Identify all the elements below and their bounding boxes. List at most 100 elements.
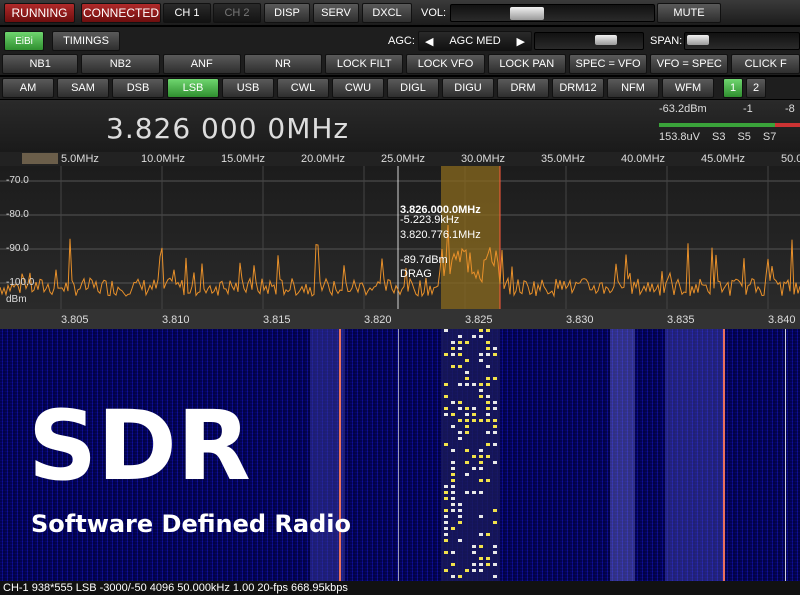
band-scale[interactable]: 5.0MHz 10.0MHz 15.0MHz 20.0MHz 25.0MHz 30.0MH…	[0, 152, 800, 166]
waterfall-signal	[479, 455, 483, 458]
waterfall-signal	[444, 569, 448, 572]
waterfall-signal	[458, 341, 462, 344]
frequency-scale-label: 3.805	[61, 314, 89, 326]
running-button[interactable]: RUNNING	[4, 3, 75, 23]
waterfall-signal	[451, 449, 455, 452]
mode-button[interactable]: DIGU	[442, 78, 494, 98]
waterfall-signal	[465, 407, 469, 410]
agc-label: AGC:	[388, 35, 415, 47]
waterfall-signal	[451, 347, 455, 350]
mode-button[interactable]: CWL	[277, 78, 329, 98]
agc-slider[interactable]	[534, 32, 644, 50]
band-position-indicator[interactable]	[22, 153, 58, 164]
db-label: dBm	[6, 294, 27, 305]
waterfall-signal	[486, 455, 490, 458]
mode-button[interactable]: CWU	[332, 78, 384, 98]
mode-button[interactable]: SAM	[57, 78, 109, 98]
waterfall-signal	[458, 503, 462, 506]
span-slider[interactable]	[684, 32, 800, 50]
dsp-button[interactable]: LOCK VFO	[406, 54, 485, 74]
mode-button[interactable]: AM	[2, 78, 54, 98]
dsp-button[interactable]: NR	[243, 54, 323, 74]
waterfall-signal	[479, 419, 483, 422]
waterfall-signal	[479, 545, 483, 548]
band-scale-label: 5.0MHz	[61, 153, 99, 165]
dsp-button[interactable]: ANF	[162, 54, 241, 74]
waterfall-signal	[486, 341, 490, 344]
smeter-s3: S3	[711, 131, 726, 143]
waterfall-signal	[444, 485, 448, 488]
mode-button[interactable]: DRM	[497, 78, 549, 98]
dsp-button[interactable]: SPEC = VFO	[568, 54, 648, 74]
connected-button[interactable]: CONNECTED	[81, 3, 161, 23]
waterfall-signal	[465, 413, 469, 416]
waterfall-signal	[472, 455, 476, 458]
waterfall-signal	[451, 575, 455, 578]
dsp-button[interactable]: CLICK F	[731, 54, 800, 74]
band-scale-label: 30.0MHz	[461, 153, 506, 165]
waterfall-signal	[451, 353, 455, 356]
waterfall-signal	[444, 521, 448, 524]
waterfall-signal	[472, 545, 476, 548]
span-knob[interactable]	[687, 35, 709, 45]
waterfall-signal	[444, 509, 448, 512]
waterfall-signal	[444, 515, 448, 518]
waterfall-signal	[444, 539, 448, 542]
ch1-button[interactable]: CH 1	[163, 3, 211, 23]
mode-button[interactable]: DSB	[112, 78, 164, 98]
waterfall-signal	[479, 335, 483, 338]
dsp-button[interactable]: LOCK FILT	[325, 54, 404, 74]
mute-button[interactable]: MUTE	[657, 3, 721, 23]
agc-knob[interactable]	[595, 35, 617, 45]
waterfall-signal	[486, 413, 490, 416]
mode-button[interactable]: DRM12	[552, 78, 604, 98]
waterfall-signal	[493, 563, 497, 566]
waterfall-signal	[472, 383, 476, 386]
mode-button[interactable]: USB	[222, 78, 274, 98]
waterfall-signal	[465, 419, 469, 422]
chevron-left-icon[interactable]: ◀	[425, 35, 433, 48]
waterfall-signal	[493, 551, 497, 554]
waterfall-signal	[479, 533, 483, 536]
dxcl-button[interactable]: DXCL	[362, 3, 412, 23]
waterfall-signal	[465, 449, 469, 452]
spectrum-display[interactable]: -70.0 -80.0 -90.0 -100.0 dBm 3.826.000.0…	[0, 166, 800, 309]
dsp-button[interactable]: NB1	[2, 54, 79, 74]
frequency-scale[interactable]: 3.805 3.810 3.815 3.820 3.825 3.830 3.835 3.840	[0, 309, 800, 329]
waterfall-signal	[451, 473, 455, 476]
waterfall-signal	[479, 461, 483, 464]
disp-button[interactable]: DISP	[264, 3, 310, 23]
agc-select[interactable]: ◀ AGC MED ▶	[418, 31, 532, 51]
dsp-button[interactable]: VFO = SPEC	[650, 54, 729, 74]
mode-button[interactable]: DIGL	[387, 78, 439, 98]
timings-button[interactable]: TIMINGS	[52, 31, 120, 51]
waterfall-signal	[785, 329, 786, 581]
frequency-scale-label: 3.810	[162, 314, 190, 326]
channel-select-button[interactable]: 2	[746, 78, 766, 98]
waterfall-signal	[665, 329, 725, 581]
dsp-button[interactable]: LOCK PAN	[487, 54, 566, 74]
mode-button[interactable]: NFM	[607, 78, 659, 98]
waterfall-signal	[486, 479, 490, 482]
volume-slider[interactable]	[450, 4, 655, 22]
eibi-button[interactable]: EiBi	[4, 31, 44, 51]
waterfall-signal	[451, 491, 455, 494]
waterfall-signal	[458, 347, 462, 350]
waterfall-signal	[465, 377, 469, 380]
waterfall-signal	[458, 365, 462, 368]
mode-button[interactable]: WFM	[662, 78, 714, 98]
serv-button[interactable]: SERV	[313, 3, 359, 23]
waterfall-signal	[451, 365, 455, 368]
vfo-frequency[interactable]: 3.826 000 0MHz	[106, 112, 349, 145]
waterfall-signal	[472, 335, 476, 338]
chevron-right-icon[interactable]: ▶	[517, 35, 525, 48]
dsp-button[interactable]: NB2	[81, 54, 160, 74]
volume-knob[interactable]	[509, 7, 544, 20]
ch2-button[interactable]: CH 2	[213, 3, 261, 23]
waterfall-signal	[444, 353, 448, 356]
waterfall-signal	[451, 413, 455, 416]
band-scale-label: 35.0MHz	[541, 153, 586, 165]
channel-select-button[interactable]: 1	[723, 78, 743, 98]
mode-button[interactable]: LSB	[167, 78, 219, 98]
smeter-ticks: 153.8uV S3 S5 S7	[659, 131, 776, 143]
